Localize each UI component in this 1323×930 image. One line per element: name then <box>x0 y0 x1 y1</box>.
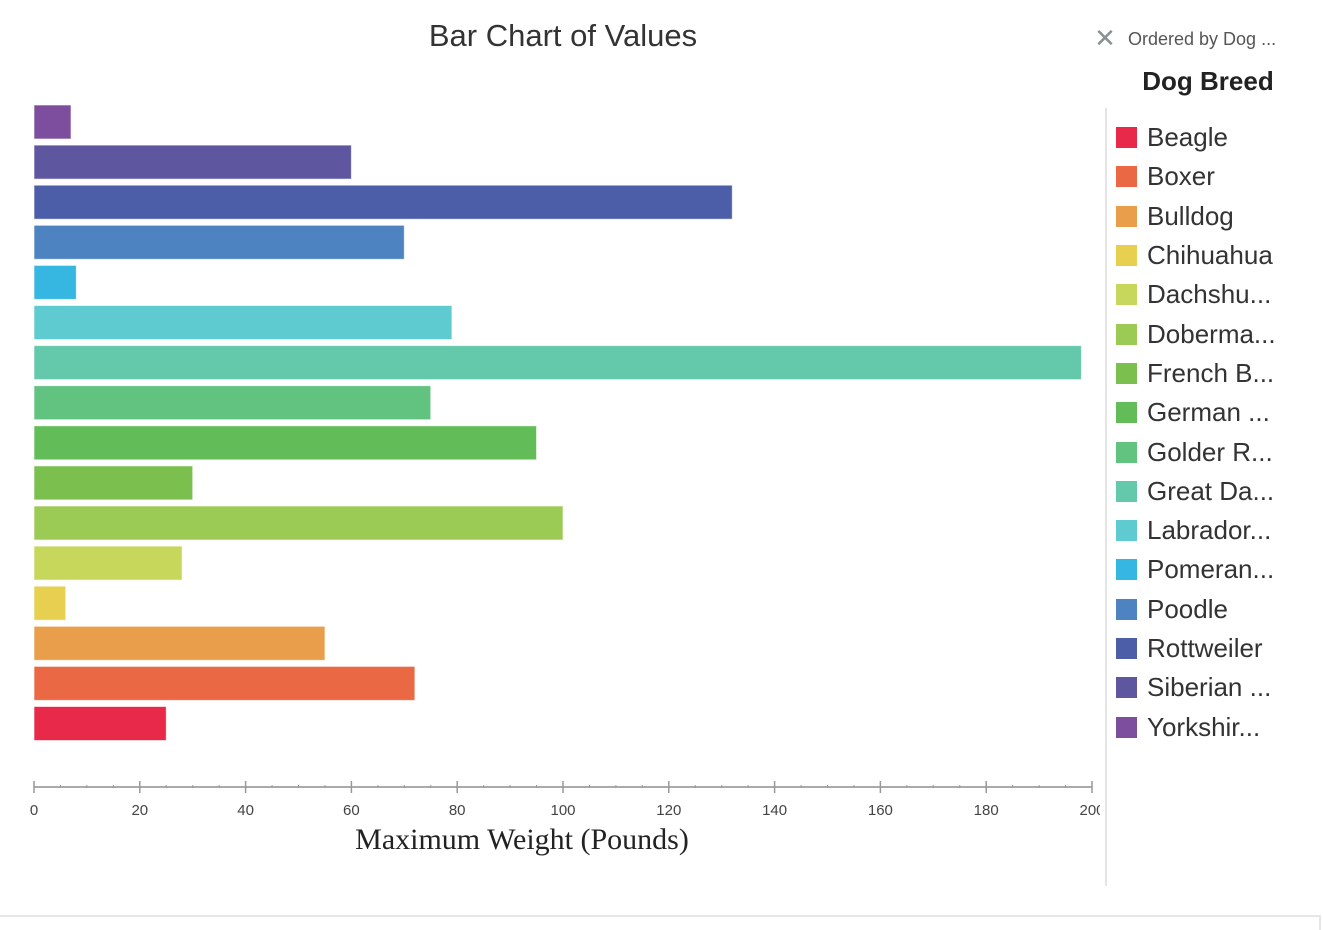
legend-item[interactable]: Doberma... <box>1116 314 1276 353</box>
x-tick-label: 200 <box>1079 802 1100 819</box>
x-tick-label: 120 <box>656 802 681 819</box>
legend-item[interactable]: Chihuahua <box>1116 236 1276 275</box>
bar-labrador[interactable] <box>33 305 453 340</box>
legend-item[interactable]: Poodle <box>1116 590 1276 629</box>
bars-group <box>33 104 1082 741</box>
legend-label: Beagle <box>1147 122 1228 153</box>
legend-item[interactable]: German ... <box>1116 393 1276 432</box>
legend-swatch <box>1116 441 1137 463</box>
legend-label: German ... <box>1147 397 1270 428</box>
bar-yorkshire[interactable] <box>33 104 72 140</box>
legend-label: Pomeran... <box>1147 554 1275 585</box>
legend-swatch <box>1116 205 1137 227</box>
legend-label: Rottweiler <box>1147 633 1263 663</box>
legend-item[interactable]: Great Da... <box>1116 472 1276 511</box>
legend-swatch <box>1116 245 1137 267</box>
legend-label: Boxer <box>1147 161 1215 192</box>
sort-order-chip[interactable]: ✕ Ordered by Dog ... <box>1094 26 1276 52</box>
bar-boxer[interactable] <box>33 665 416 701</box>
legend-swatch <box>1116 127 1137 149</box>
x-tick-label: 40 <box>237 802 254 819</box>
legend-divider <box>1105 108 1107 886</box>
legend-label: French B... <box>1147 357 1275 388</box>
legend-item[interactable]: Yorkshir... <box>1116 707 1276 746</box>
legend-swatch <box>1116 716 1137 738</box>
bar-bulldog[interactable] <box>33 625 326 661</box>
bar-great-dane[interactable] <box>33 345 1082 381</box>
x-tick-label: 140 <box>762 802 787 819</box>
chart-title: Bar Chart of Values <box>429 18 697 53</box>
x-tick-label: 100 <box>550 802 575 819</box>
x-axis: 0 20 40 60 80 100 120 140 160 180 200 <box>30 781 1100 819</box>
x-tick-label: 180 <box>974 802 999 819</box>
legend-item[interactable]: Pomeran... <box>1116 550 1276 589</box>
legend-item[interactable]: Beagle <box>1116 118 1276 157</box>
close-icon[interactable]: ✕ <box>1094 26 1116 52</box>
legend-item[interactable]: Bulldog <box>1116 197 1276 236</box>
bar-pomeranian[interactable] <box>33 264 77 300</box>
panel-right-border <box>1319 915 1321 930</box>
bar-poodle[interactable] <box>33 224 405 260</box>
legend-swatch <box>1116 284 1137 306</box>
legend-swatch <box>1116 520 1137 542</box>
bar-german-shepherd[interactable] <box>33 425 538 461</box>
x-tick-label: 20 <box>131 802 148 819</box>
bar-golder-retriever[interactable] <box>33 385 432 421</box>
legend-label: Great Da... <box>1147 475 1275 506</box>
legend-item[interactable]: Siberian ... <box>1116 668 1276 707</box>
legend-swatch <box>1116 598 1137 620</box>
legend-swatch <box>1116 559 1137 581</box>
x-tick-label: 60 <box>343 802 360 819</box>
legend-swatch <box>1116 677 1137 699</box>
bar-siberian-husky[interactable] <box>33 144 352 180</box>
x-tick-label: 0 <box>30 802 38 819</box>
legend-label: Poodle <box>1147 593 1228 624</box>
legend-swatch <box>1116 480 1137 502</box>
bar-doberman[interactable] <box>33 505 564 541</box>
bar-dachshund[interactable] <box>33 545 183 581</box>
legend-label: Doberma... <box>1147 318 1276 349</box>
legend-item[interactable]: Labrador... <box>1116 511 1276 550</box>
legend-item[interactable]: Dachshu... <box>1116 275 1276 314</box>
legend-label: Golder R... <box>1147 436 1273 467</box>
bar-beagle[interactable] <box>33 706 167 741</box>
x-tick-label: 160 <box>868 802 893 819</box>
legend-label: Labrador... <box>1147 515 1272 546</box>
legend-swatch <box>1116 362 1137 384</box>
legend-label: Yorkshir... <box>1147 711 1261 742</box>
sort-order-label: Ordered by Dog ... <box>1128 28 1277 49</box>
legend-title: Dog Breed <box>1142 66 1274 96</box>
legend-swatch <box>1116 166 1137 188</box>
legend-swatch <box>1116 323 1137 345</box>
bar-chihuahua[interactable] <box>33 585 67 621</box>
legend-swatch <box>1116 402 1137 424</box>
legend-item[interactable]: Boxer <box>1116 157 1276 196</box>
legend-label: Bulldog <box>1147 200 1234 231</box>
legend-swatch <box>1116 638 1137 659</box>
legend: Beagle Boxer Bulldog Chihuahua Dachshu... Dob… <box>1116 118 1276 747</box>
legend-label: Siberian ... <box>1147 672 1272 703</box>
legend-item[interactable]: French B... <box>1116 354 1276 393</box>
legend-label: Chihuahua <box>1147 240 1273 271</box>
bar-french-bulldog[interactable] <box>33 465 194 501</box>
legend-label: Dachshu... <box>1147 279 1272 310</box>
bar-chart: Bar Chart of Values 0 20 40 60 80 100 120 140 16… <box>30 18 1100 856</box>
legend-item[interactable]: Golder R... <box>1116 432 1276 471</box>
bar-rottweiler[interactable] <box>33 184 733 220</box>
x-tick-label: 80 <box>449 802 466 819</box>
legend-item[interactable]: Rottweiler <box>1116 629 1276 668</box>
panel-bottom-border <box>0 915 1320 917</box>
x-axis-label: Maximum Weight (Pounds) <box>355 823 689 856</box>
